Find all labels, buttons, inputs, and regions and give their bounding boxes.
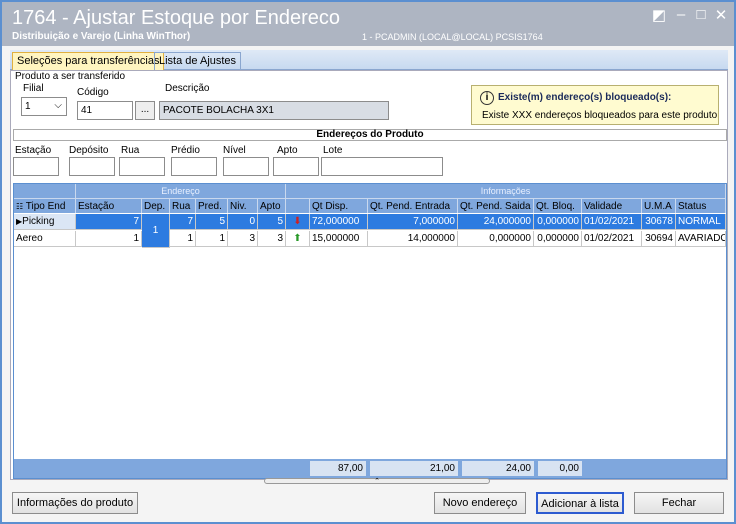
total-qt-bloq: 0,00 — [538, 461, 582, 476]
col-niv[interactable]: Niv. — [228, 198, 258, 213]
minimize-icon[interactable]: – — [672, 6, 690, 23]
lote-label: Lote — [323, 145, 343, 156]
apto-label: Apto — [277, 145, 298, 156]
selection-panel: Produto a ser transferido Filial 1 ⌵ Cód… — [10, 70, 728, 485]
title-bar: 1764 - Ajustar Estoque por Endereco Dist… — [2, 2, 734, 46]
codigo-input[interactable]: 41 — [77, 101, 133, 120]
restore-icon[interactable]: ◩ — [650, 6, 668, 24]
group-informacoes: Informações — [286, 184, 726, 198]
chevron-up-icon: ⌃ — [374, 478, 380, 485]
window-title: 1764 - Ajustar Estoque por Endereco — [12, 7, 340, 29]
info-title: Existe(m) endereço(s) bloqueado(s): — [498, 92, 672, 103]
blocked-info-box: i Existe(m) endereço(s) bloqueado(s): Ex… — [471, 85, 719, 125]
rua-label: Rua — [121, 145, 140, 156]
predio-input[interactable] — [171, 157, 217, 176]
col-arrow[interactable] — [286, 198, 310, 213]
info-icon: i — [480, 91, 494, 105]
adicionar-lista-button[interactable]: Adicionar à lista — [536, 492, 624, 514]
descricao-label: Descrição — [165, 83, 210, 94]
lote-input[interactable] — [321, 157, 443, 176]
tab-selecoes[interactable]: Seleções para transferências — [12, 52, 165, 70]
col-tipo-end[interactable]: ☷ Tipo End — [14, 198, 76, 213]
tab-strip: Seleções para transferências Lista de Aj… — [10, 50, 728, 70]
col-estacao[interactable]: Estação — [76, 198, 142, 213]
descricao-field: PACOTE BOLACHA 3X1 — [159, 101, 389, 120]
dep-merged-cell[interactable]: 1 — [142, 214, 170, 248]
enderecos-grid: Endereço Informações ☷ Tipo End Estação … — [13, 183, 727, 485]
col-qt-pend-saida[interactable]: Qt. Pend. Saida — [458, 198, 534, 213]
filial-label: Filial — [23, 83, 44, 94]
total-qt-saida: 24,00 — [462, 461, 534, 476]
nivel-input[interactable] — [223, 157, 269, 176]
codigo-label: Código — [77, 87, 109, 98]
col-apto[interactable]: Apto — [258, 198, 286, 213]
window-subtitle: Distribuição e Varejo (Linha WinThor) — [12, 31, 191, 42]
group-endereco: Endereço — [76, 184, 286, 198]
col-uma[interactable]: U.M.A — [642, 198, 676, 213]
col-qt-disp[interactable]: Qt Disp. — [310, 198, 368, 213]
novo-endereco-button[interactable]: Novo endereço — [434, 492, 526, 514]
maximize-icon[interactable]: □ — [692, 6, 710, 23]
predio-label: Prédio — [171, 145, 200, 156]
col-status[interactable]: Status — [676, 198, 726, 213]
col-pred[interactable]: Pred. — [196, 198, 228, 213]
col-dep[interactable]: Dep. — [142, 198, 170, 213]
codigo-search-button[interactable]: ... — [135, 101, 155, 120]
col-qt-pend-entrada[interactable]: Qt. Pend. Entrada — [368, 198, 458, 213]
total-qt-entrada: 21,00 — [370, 461, 458, 476]
totals-row: 87,00 21,00 24,00 0,00 — [14, 459, 726, 478]
info-produto-button[interactable]: Informações do produto — [12, 492, 138, 514]
filial-select[interactable]: 1 ⌵ — [21, 97, 67, 116]
arrow-up-icon: ⬆ — [286, 231, 310, 247]
splitter-handle[interactable]: ⌃ — [264, 478, 490, 485]
total-qt-disp: 87,00 — [310, 461, 366, 476]
main-window: 1764 - Ajustar Estoque por Endereco Dist… — [0, 0, 736, 524]
close-icon[interactable]: ✕ — [712, 6, 730, 24]
enderecos-section-title: Endereços do Produto — [13, 129, 727, 141]
estacao-label: Estação — [15, 145, 52, 156]
fechar-button[interactable]: Fechar — [634, 492, 724, 514]
deposito-label: Depósito — [69, 145, 109, 156]
col-validade[interactable]: Validade — [582, 198, 642, 213]
user-info: 1 - PCADMIN (LOCAL@LOCAL) PCSIS1764 — [362, 32, 543, 42]
info-message: Existe XXX endereços bloqueados para est… — [482, 110, 718, 121]
tab-lista-ajustes[interactable]: Lista de Ajustes — [154, 52, 242, 70]
col-rua[interactable]: Rua — [170, 198, 196, 213]
col-qt-bloq[interactable]: Qt. Bloq. — [534, 198, 582, 213]
rua-input[interactable] — [119, 157, 165, 176]
arrow-down-icon: ⬇ — [286, 214, 310, 230]
produto-group-label: Produto a ser transferido — [15, 71, 126, 82]
nivel-label: Nível — [223, 145, 246, 156]
grid-menu-icon: ☷ — [16, 202, 24, 211]
chevron-down-icon: ⌵ — [54, 100, 62, 111]
filial-value: 1 — [25, 101, 31, 112]
deposito-input[interactable] — [69, 157, 115, 176]
apto-input[interactable] — [273, 157, 319, 176]
estacao-input[interactable] — [13, 157, 59, 176]
